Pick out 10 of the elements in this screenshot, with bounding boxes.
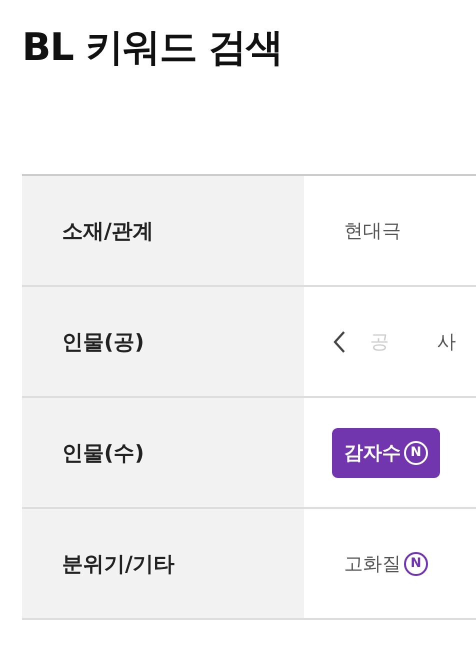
previous-icon[interactable] [332, 330, 346, 354]
keyword-tag[interactable]: 현대극 [332, 206, 413, 256]
category-label: 분위기/기타 [22, 509, 304, 618]
page-title: BL 키워드 검색 [21, 24, 284, 71]
keyword-tag[interactable]: 고화질 N [332, 538, 440, 588]
keyword-tag[interactable]: 감자수 N [332, 428, 440, 478]
category-label: 인물(수) [22, 398, 304, 507]
category-label: 인물(공) [22, 287, 304, 396]
keyword-tag[interactable]: 사 [425, 316, 468, 366]
category-label: 소재/관계 [22, 176, 304, 285]
